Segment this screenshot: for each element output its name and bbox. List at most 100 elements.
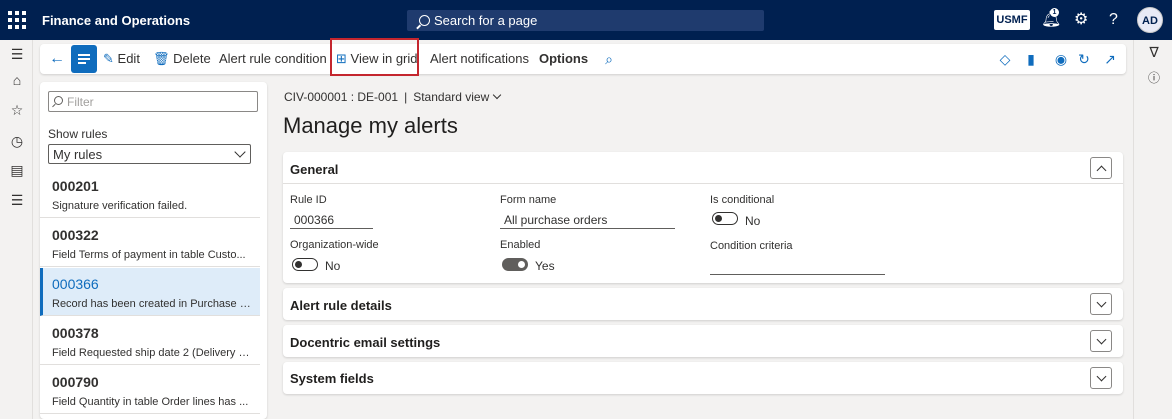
user-avatar[interactable]: AD <box>1137 7 1163 33</box>
home-icon[interactable]: ⌂ <box>9 72 25 88</box>
rules-list-panel: Filter Show rules My rules 000201 Signatu… <box>40 82 267 419</box>
back-arrow-icon[interactable]: ← <box>49 51 65 67</box>
rule-id-label: Rule ID <box>290 194 327 206</box>
action-search-icon[interactable]: ⌕ <box>601 51 617 67</box>
system-fields-section: System fields <box>283 362 1123 394</box>
filter-funnel-icon[interactable]: ∇ <box>1146 44 1162 60</box>
expand-alert-rule-details-button[interactable] <box>1090 293 1112 315</box>
notification-count-badge: 1 <box>1050 8 1059 17</box>
list-item[interactable]: 000790 Field Quantity in table Order line… <box>40 366 260 414</box>
general-header[interactable]: General <box>290 162 338 177</box>
rule-id: 000366 <box>52 276 99 292</box>
search-icon <box>419 15 430 26</box>
is-conditional-toggle[interactable] <box>712 212 738 225</box>
filter-placeholder: Filter <box>67 95 94 109</box>
organization-wide-value: No <box>325 259 341 273</box>
collapse-general-button[interactable] <box>1090 157 1112 179</box>
pencil-icon: ✎ <box>103 51 114 66</box>
list-filter-input[interactable]: Filter <box>48 91 258 112</box>
rule-description: Field Quantity in table Order lines has … <box>52 396 249 408</box>
chevron-up-icon <box>1096 165 1107 176</box>
options-tab[interactable]: Options <box>539 44 588 74</box>
alert-rule-condition-button[interactable]: Alert rule condition <box>219 44 327 74</box>
delete-label: Delete <box>173 51 211 66</box>
is-conditional-value: No <box>745 214 761 228</box>
app-title[interactable]: Finance and Operations <box>42 13 190 28</box>
docentric-email-settings-header[interactable]: Docentric email settings <box>290 335 440 350</box>
clock-icon[interactable]: ◷ <box>9 133 25 149</box>
expand-docentric-button[interactable] <box>1090 330 1112 352</box>
workspaces-icon[interactable]: ▤ <box>9 162 25 178</box>
chevron-down-icon <box>1096 371 1107 382</box>
enabled-label: Enabled <box>500 239 541 251</box>
form-name-field[interactable]: All purchase orders <box>500 210 675 229</box>
attachments-badge-icon[interactable]: ◉ <box>1053 51 1069 67</box>
condition-criteria-field[interactable] <box>710 256 885 275</box>
organization-wide-toggle[interactable] <box>292 258 318 271</box>
section-divider <box>283 183 1123 184</box>
is-conditional-label: Is conditional <box>710 194 775 206</box>
right-side-bar: ∇ ⓘ <box>1133 40 1172 419</box>
company-picker[interactable]: USMF <box>994 10 1030 30</box>
info-icon[interactable]: ⓘ <box>1146 70 1162 86</box>
chevron-down-icon <box>1096 334 1107 345</box>
gear-icon[interactable]: ⚙ <box>1074 12 1088 28</box>
view-in-grid-highlight-box <box>330 38 419 76</box>
system-fields-header[interactable]: System fields <box>290 371 374 386</box>
docentric-email-settings-section: Docentric email settings <box>283 325 1123 357</box>
app-launcher-icon[interactable] <box>8 11 26 29</box>
expand-system-fields-button[interactable] <box>1090 367 1112 389</box>
page-search-box[interactable]: Search for a page <box>407 10 764 31</box>
alert-rule-details-section: Alert rule details <box>283 288 1123 320</box>
power-apps-icon[interactable]: ◇ <box>997 51 1013 67</box>
filter-search-icon <box>54 96 63 105</box>
top-bar: Finance and Operations Search for a page… <box>0 0 1172 40</box>
search-placeholder: Search for a page <box>434 13 538 28</box>
rule-description: Signature verification failed. <box>52 200 188 212</box>
chevron-down-icon <box>234 146 246 158</box>
star-icon[interactable]: ☆ <box>9 102 25 118</box>
show-rules-label: Show rules <box>48 127 108 141</box>
list-item-selected[interactable]: 000366 Record has been created in Purchas… <box>40 268 260 316</box>
edit-label: Edit <box>117 51 140 66</box>
edit-button[interactable]: ✎ Edit <box>103 44 140 74</box>
modules-list-icon[interactable]: ☰ <box>9 192 25 208</box>
view-selector[interactable]: Standard view <box>413 90 489 104</box>
list-item[interactable]: 000201 Signature verification failed. <box>40 170 260 218</box>
breadcrumb-separator: | <box>404 90 408 104</box>
alert-notifications-button[interactable]: Alert notifications <box>430 44 529 74</box>
trash-icon: 🗑︎ <box>153 51 170 66</box>
show-rules-select[interactable]: My rules <box>48 144 251 164</box>
rule-id: 000790 <box>52 374 99 390</box>
rule-id-field[interactable]: 000366 <box>290 210 373 229</box>
rule-description: Field Requested ship date 2 (Delivery d.… <box>52 347 252 359</box>
show-rules-value: My rules <box>53 147 103 162</box>
rule-id: 000201 <box>52 178 99 194</box>
enabled-toggle[interactable] <box>502 258 528 271</box>
condition-criteria-label: Condition criteria <box>710 240 793 252</box>
record-caption: CIV-000001 : DE-001 <box>284 90 399 104</box>
office-icon[interactable]: ▮ <box>1023 51 1039 67</box>
action-menu-button[interactable] <box>71 45 97 73</box>
rule-description: Field Terms of payment in table Custo... <box>52 249 246 261</box>
chevron-down-icon[interactable] <box>493 90 502 100</box>
list-item[interactable]: 000378 Field Requested ship date 2 (Deliv… <box>40 317 260 365</box>
list-item[interactable]: 000322 Field Terms of payment in table Cu… <box>40 219 260 267</box>
chevron-down-icon <box>1096 297 1107 308</box>
alert-rule-details-header[interactable]: Alert rule details <box>290 298 392 313</box>
refresh-icon[interactable]: ↻ <box>1076 51 1092 67</box>
open-new-window-icon[interactable]: ↗ <box>1102 51 1118 67</box>
action-pane: ← ✎ Edit 🗑︎ Delete Alert rule condition … <box>40 44 1126 74</box>
breadcrumb: CIV-000001 : DE-001 | Standard view <box>284 90 502 104</box>
general-section: General Rule ID 000366 Form name All pur… <box>283 152 1123 283</box>
page-title: Manage my alerts <box>283 113 458 138</box>
enabled-value: Yes <box>535 259 555 273</box>
hamburger-icon[interactable]: ☰ <box>9 46 25 62</box>
rule-id: 000322 <box>52 227 99 243</box>
help-icon[interactable]: ? <box>1109 12 1118 28</box>
delete-button[interactable]: 🗑︎ Delete <box>153 44 211 74</box>
rule-description: Record has been created in Purchase ord <box>52 298 252 310</box>
rule-id: 000378 <box>52 325 99 341</box>
form-name-label: Form name <box>500 194 557 206</box>
left-navigation: ☰ ⌂ ☆ ◷ ▤ ☰ <box>0 40 33 419</box>
